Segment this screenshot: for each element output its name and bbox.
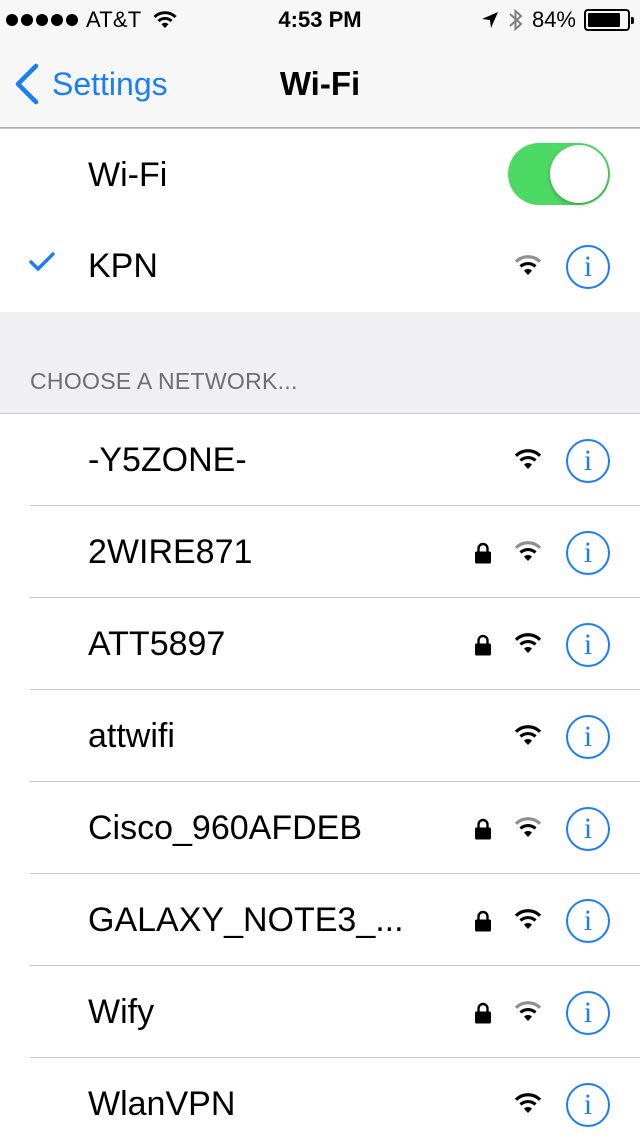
lock-icon xyxy=(475,634,491,656)
checkmark-icon xyxy=(29,252,55,271)
section-header: CHOOSE A NETWORK... xyxy=(30,368,298,394)
battery-level xyxy=(588,13,620,27)
network-name: GALAXY_NOTE3_... xyxy=(88,901,404,939)
battery-icon xyxy=(584,9,634,31)
wifi-signal-icon xyxy=(514,449,542,469)
wifi-signal-icon xyxy=(514,1093,542,1113)
network-row[interactable]: Cisco_960AFDEB i xyxy=(0,782,640,874)
battery-percent: 84% xyxy=(531,7,576,32)
wifi-signal-icon xyxy=(514,633,542,653)
info-button[interactable]: i xyxy=(566,245,610,289)
info-button[interactable]: i xyxy=(566,439,610,483)
wifi-toggle-switch[interactable] xyxy=(508,143,610,205)
chevron-left-icon xyxy=(15,63,39,105)
lock-icon xyxy=(475,818,491,840)
navigation-bar: Settings Wi-Fi xyxy=(0,40,640,128)
network-name: KPN xyxy=(88,247,158,285)
network-name: -Y5ZONE- xyxy=(88,441,247,479)
info-button[interactable]: i xyxy=(566,991,610,1035)
info-button[interactable]: i xyxy=(566,623,610,667)
info-button[interactable]: i xyxy=(566,715,610,759)
network-name: Cisco_960AFDEB xyxy=(88,809,363,847)
lock-icon xyxy=(475,1002,491,1024)
wifi-signal-icon xyxy=(514,817,542,837)
network-row[interactable]: Wify i xyxy=(0,966,640,1058)
status-bar: AT&T 4:53 PM 84% xyxy=(0,0,640,40)
lock-icon xyxy=(475,910,491,932)
wifi-signal-icon xyxy=(514,255,542,275)
info-button[interactable]: i xyxy=(566,1083,610,1127)
network-name: ATT5897 xyxy=(88,625,226,663)
bluetooth-icon xyxy=(509,8,523,32)
status-right: 84% xyxy=(480,7,634,32)
network-row[interactable]: attwifi i xyxy=(0,690,640,782)
network-row[interactable]: 2WIRE871 i xyxy=(0,506,640,598)
connected-network-row[interactable]: KPN i xyxy=(0,220,640,312)
toggle-knob xyxy=(550,145,608,203)
wifi-signal-icon xyxy=(514,541,542,561)
info-button[interactable]: i xyxy=(566,807,610,851)
back-label: Settings xyxy=(52,65,168,102)
network-name: 2WIRE871 xyxy=(88,533,253,571)
network-row[interactable]: ATT5897 i xyxy=(0,598,640,690)
network-row[interactable]: -Y5ZONE-i xyxy=(0,414,640,506)
wifi-toggle-row: Wi-Fi xyxy=(0,129,640,221)
wifi-signal-icon xyxy=(514,1001,542,1021)
back-button[interactable]: Settings xyxy=(14,62,168,106)
network-row[interactable]: GALAXY_NOTE3_... i xyxy=(0,874,640,966)
section-gap: CHOOSE A NETWORK... xyxy=(0,312,640,414)
info-button[interactable]: i xyxy=(566,899,610,943)
network-row[interactable]: WlanVPN i xyxy=(0,1058,640,1136)
location-arrow-icon xyxy=(481,12,498,28)
network-name: Wify xyxy=(88,993,155,1031)
info-button[interactable]: i xyxy=(566,531,610,575)
network-name: WlanVPN xyxy=(88,1085,236,1123)
network-name: attwifi xyxy=(88,717,175,755)
wifi-toggle-label: Wi-Fi xyxy=(88,156,168,194)
lock-icon xyxy=(475,542,491,564)
wifi-signal-icon xyxy=(514,725,542,745)
wifi-signal-icon xyxy=(514,909,542,929)
